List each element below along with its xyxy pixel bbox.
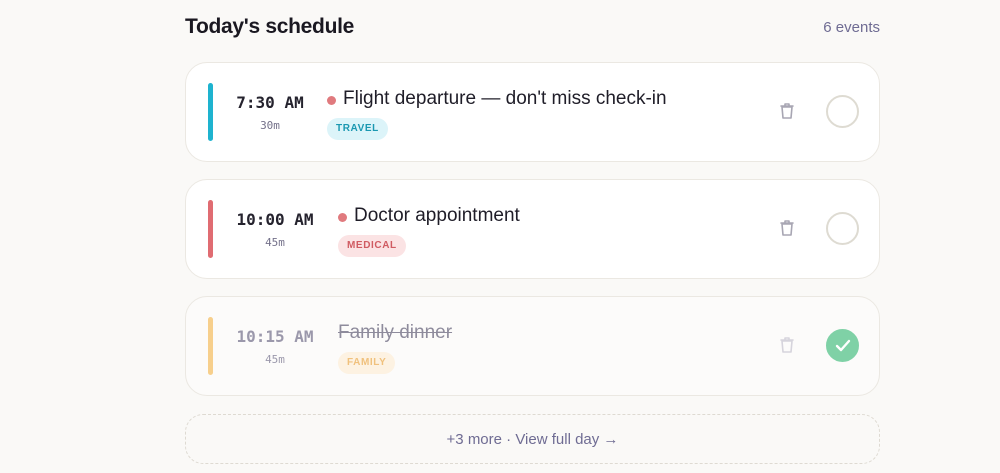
page-title: Today's schedule xyxy=(185,15,355,38)
priority-dot xyxy=(338,213,347,222)
category-tag: FAMILY xyxy=(338,352,396,374)
event-time: 7:30 AM xyxy=(236,93,304,112)
event-card-family-dinner[interactable]: 10:15 AM 45m Family dinner FAMILY xyxy=(185,296,880,396)
complete-checkbox[interactable] xyxy=(826,95,859,128)
event-time: 10:00 AM xyxy=(236,210,314,229)
view-full-day-button[interactable]: +3 more · View full day → xyxy=(185,414,880,464)
priority-dot xyxy=(327,96,336,105)
event-card-flight[interactable]: 7:30 AM 30m Flight departure — don't mis… xyxy=(185,62,880,162)
event-duration: 30m xyxy=(260,119,280,132)
category-color-bar xyxy=(208,83,213,141)
complete-checkbox[interactable] xyxy=(826,212,859,245)
trash-icon[interactable] xyxy=(778,218,796,238)
event-title: Doctor appointment xyxy=(354,205,520,226)
event-title: Family dinner xyxy=(338,322,453,343)
schedule-header: Today's schedule 6 events xyxy=(185,12,880,42)
complete-checkbox[interactable] xyxy=(826,329,859,362)
event-card-doctor[interactable]: 10:00 AM 45m Doctor appointment MEDICAL xyxy=(185,179,880,279)
trash-icon[interactable] xyxy=(778,101,796,121)
event-duration: 45m xyxy=(265,353,285,366)
checkmark-icon xyxy=(835,339,851,352)
category-tag: TRAVEL xyxy=(327,118,388,140)
category-tag: MEDICAL xyxy=(338,235,406,257)
category-color-bar xyxy=(208,317,213,375)
event-time: 10:15 AM xyxy=(236,327,314,346)
trash-icon[interactable] xyxy=(778,335,796,355)
event-count: 6 events xyxy=(823,18,880,36)
category-color-bar xyxy=(208,200,213,258)
event-title: Flight departure — don't miss check-in xyxy=(343,88,667,109)
event-duration: 45m xyxy=(265,236,285,249)
